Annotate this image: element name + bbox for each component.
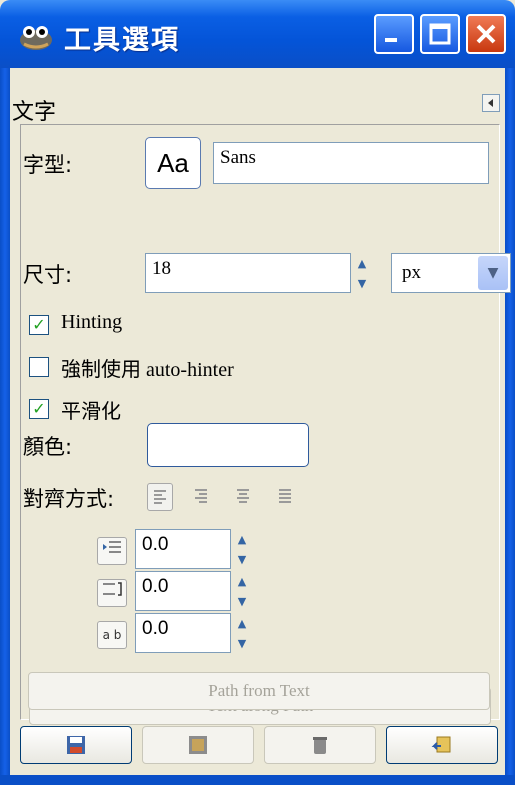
line-spacing-icon	[97, 579, 127, 607]
spin-up-icon[interactable]: ▲	[353, 253, 371, 273]
indent-spinner[interactable]: ▲ ▼	[233, 529, 251, 569]
save-options-button[interactable]	[20, 726, 132, 764]
bottom-button-bar	[20, 726, 500, 766]
title-bar[interactable]: 工具選項	[0, 0, 515, 68]
dock-title: 文字	[12, 100, 57, 125]
size-spinner[interactable]: ▲ ▼	[353, 253, 371, 293]
minimize-button[interactable]	[374, 14, 414, 54]
maximize-icon	[429, 23, 451, 45]
reset-icon	[431, 736, 451, 753]
dock-menu-button[interactable]	[482, 94, 500, 112]
window-title: 工具選項	[64, 25, 180, 56]
color-label: 顏色:	[23, 435, 73, 459]
antialias-checkbox[interactable]: ✓	[29, 399, 49, 419]
spin-down-icon[interactable]: ▼	[233, 591, 251, 611]
window-frame-left	[0, 68, 10, 785]
window-frame-bottom	[0, 775, 515, 785]
size-label: 尺寸:	[23, 263, 73, 287]
spin-down-icon[interactable]: ▼	[353, 273, 371, 293]
letter-spacing-input[interactable]: 0.0	[135, 613, 231, 653]
letter-spacing-icon: a b	[97, 621, 127, 649]
align-center-icon	[237, 489, 249, 505]
line-spacing-input[interactable]: 0.0	[135, 571, 231, 611]
antialias-label: 平滑化	[61, 401, 121, 423]
text-options-panel: 字型: Aa Sans 尺寸: 18 ▲ ▼ px ▼ ✓ Hinting 強制…	[20, 124, 511, 725]
size-input[interactable]: 18	[145, 253, 351, 293]
autohinter-checkbox[interactable]	[29, 357, 49, 377]
indent-input[interactable]: 0.0	[135, 529, 231, 569]
chevron-down-icon[interactable]: ▼	[478, 256, 508, 290]
font-input[interactable]: Sans	[213, 142, 489, 184]
align-justify-icon	[279, 489, 291, 505]
close-button[interactable]	[466, 14, 506, 54]
gimp-icon	[20, 26, 52, 50]
line-spacing-spinner[interactable]: ▲ ▼	[233, 571, 251, 611]
unit-select[interactable]: px ▼	[391, 253, 511, 293]
unit-value: px	[402, 262, 421, 283]
spin-up-icon[interactable]: ▲	[233, 613, 251, 633]
justify-label: 對齊方式:	[23, 487, 115, 511]
justify-fill-button[interactable]	[273, 483, 299, 511]
hinting-label: Hinting	[61, 311, 123, 333]
spin-up-icon[interactable]: ▲	[233, 571, 251, 591]
justify-right-button[interactable]	[189, 483, 215, 511]
color-button[interactable]	[147, 423, 309, 467]
reset-options-button[interactable]	[386, 726, 498, 764]
window-frame-right	[505, 68, 515, 785]
restore-icon	[189, 736, 207, 754]
justify-left-button[interactable]	[147, 483, 173, 511]
spin-up-icon[interactable]: ▲	[233, 529, 251, 549]
spin-down-icon[interactable]: ▼	[233, 633, 251, 653]
delete-options-button[interactable]	[264, 726, 376, 764]
letter-spacing-icon-text: a b	[102, 628, 122, 642]
spin-down-icon[interactable]: ▼	[233, 549, 251, 569]
trash-icon	[313, 737, 327, 754]
tool-options-dock: 文字 字型: Aa Sans 尺寸: 18 ▲ ▼ px ▼ ✓ Hinting…	[10, 68, 511, 775]
maximize-button[interactable]	[420, 14, 460, 54]
autohinter-label: 強制使用 auto-hinter	[61, 359, 234, 381]
font-label: 字型:	[23, 153, 73, 177]
indent-icon	[97, 537, 127, 565]
close-icon	[476, 24, 496, 44]
path-from-text-button[interactable]: Path from Text	[28, 672, 490, 710]
justify-center-button[interactable]	[231, 483, 257, 511]
align-left-icon	[154, 490, 166, 506]
save-icon	[67, 736, 85, 754]
letter-spacing-spinner[interactable]: ▲ ▼	[233, 613, 251, 653]
hinting-checkbox[interactable]: ✓	[29, 315, 49, 335]
restore-options-button[interactable]	[142, 726, 254, 764]
minimize-icon	[385, 38, 397, 42]
triangle-left-icon	[488, 99, 493, 107]
align-right-icon	[195, 489, 207, 505]
font-preview-button[interactable]: Aa	[145, 137, 201, 189]
